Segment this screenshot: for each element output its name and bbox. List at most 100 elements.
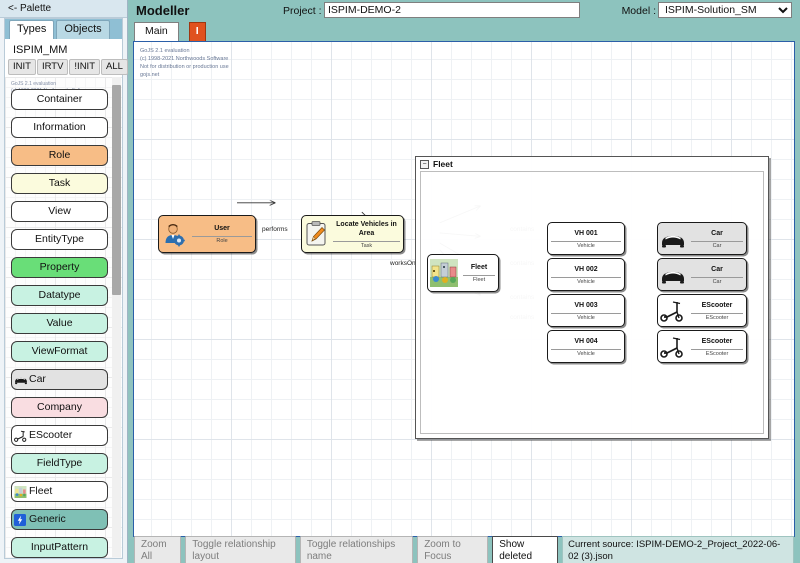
zoom-all-button[interactable]: Zoom All: [134, 536, 182, 563]
diagram-watermark: GoJS 2.1 evaluation (c) 1998-2021 Northw…: [140, 47, 229, 79]
palette-item-role[interactable]: Role: [11, 145, 108, 166]
car-icon: [658, 259, 688, 290]
node-vh-002-body: VH 002 Vehicle: [548, 259, 624, 290]
palette-item-fleet[interactable]: Fleet: [11, 481, 108, 502]
palette-item-label: Value: [46, 317, 73, 329]
diagram-viewport[interactable]: GoJS 2.1 evaluation (c) 1998-2021 Northw…: [133, 41, 795, 537]
palette-item-label: FieldType: [36, 457, 83, 469]
palette-filter-init[interactable]: INIT: [8, 59, 36, 75]
palette-item-task[interactable]: Task: [11, 173, 108, 194]
palette-item-label: EntityType: [34, 233, 85, 245]
palette-item-entitytype[interactable]: EntityType: [11, 229, 108, 250]
toggle-relationships-name-button[interactable]: Toggle relationships name: [299, 536, 414, 563]
node-vh-003-name: VH 003: [574, 301, 598, 309]
clipboard-pencil-icon: [302, 216, 330, 252]
palette-item-container[interactable]: Container: [11, 89, 108, 110]
palette-item-fieldtype[interactable]: FieldType: [11, 453, 108, 474]
zoom-to-focus-button[interactable]: Zoom to Focus: [417, 536, 489, 563]
node-user-name: User: [214, 225, 230, 232]
palette-item-label: InputPattern: [30, 541, 89, 553]
diagram-watermark-line: gojs.net: [140, 72, 160, 78]
palette-item-label: Role: [48, 149, 71, 161]
node-car-2-type: Car: [691, 276, 743, 285]
palette-item-label: Property: [39, 261, 80, 273]
node-vh-004-body: VH 004 Vehicle: [548, 331, 624, 362]
palette-tab-types[interactable]: Types: [9, 20, 55, 39]
node-escooter-2[interactable]: EScooter EScooter: [657, 330, 747, 363]
node-fleet-body: Fleet Fleet: [460, 255, 498, 291]
palette-filter-all[interactable]: ALL: [101, 59, 128, 75]
diagram-watermark-line: GoJS 2.1 evaluation: [140, 48, 190, 54]
palette-item-generic[interactable]: Generic: [11, 509, 108, 530]
palette-scrollbar[interactable]: [112, 77, 121, 557]
palette-item-value[interactable]: Value: [11, 313, 108, 334]
group-fleet-header: − Fleet: [420, 159, 453, 169]
group-collapse-icon[interactable]: −: [420, 159, 429, 169]
model-select[interactable]: ISPIM-Solution_SM: [658, 2, 792, 18]
palette-item-information[interactable]: Information: [11, 117, 108, 138]
palette-item-viewformat[interactable]: ViewFormat: [11, 341, 108, 362]
node-car-1[interactable]: Car Car: [657, 222, 747, 255]
node-car-2-name: Car: [711, 265, 723, 273]
palette-item-car[interactable]: Car: [11, 369, 108, 390]
node-escooter-1-body: EScooter EScooter: [688, 295, 746, 326]
fleet-photo-icon: [428, 255, 460, 291]
palette-back-link[interactable]: <- Palette: [0, 0, 127, 18]
tab-issues-indicator[interactable]: I: [188, 22, 206, 41]
palette-item-datatype[interactable]: Datatype: [11, 285, 108, 306]
modeller-window: <- Palette Types Objects ISPIM_MM INIT I…: [0, 0, 800, 563]
link-label-performs: performs: [262, 226, 288, 233]
node-vh-004-name: VH 004: [574, 337, 598, 345]
palette-item-view[interactable]: View: [11, 201, 108, 222]
node-vh-003[interactable]: VH 003 Vehicle: [547, 294, 625, 327]
palette-item-company[interactable]: Company: [11, 397, 108, 418]
show-deleted-button[interactable]: Show deleted: [492, 536, 559, 563]
node-vh-003-body: VH 003 Vehicle: [548, 295, 624, 326]
node-locate-vehicles-in-area[interactable]: Locate Vehicles in Area Task: [301, 215, 404, 253]
node-user[interactable]: User Role: [158, 215, 256, 253]
escooter-icon: [658, 295, 688, 326]
car-icon: [658, 223, 688, 254]
palette-item-label: ViewFormat: [31, 345, 88, 357]
project-input[interactable]: [324, 2, 580, 18]
toggle-relationship-layout-button[interactable]: Toggle relationship layout: [185, 536, 296, 563]
palette-item-escooter[interactable]: EScooter: [11, 425, 108, 446]
palette-item-label: Company: [37, 401, 82, 413]
palette-tab-objects[interactable]: Objects: [56, 20, 110, 39]
palette-item-label: Fleet: [29, 485, 53, 497]
diagram-canvas[interactable]: GoJS 2.1 evaluation (c) 1998-2021 Northw…: [134, 42, 794, 536]
document-tab-bar: Main I: [128, 22, 800, 41]
palette-item-list: Container Information Role Task View EntityTy…: [11, 89, 108, 558]
node-user-type: Role: [192, 236, 252, 244]
project-label: Project :: [283, 5, 322, 17]
group-fleet-title: Fleet: [433, 159, 453, 169]
palette-filter-irtv[interactable]: IRTV: [36, 59, 69, 75]
page-title: Modeller: [136, 3, 190, 18]
node-vh-001-name: VH 001: [574, 229, 598, 237]
node-vh-001[interactable]: VH 001 Vehicle: [547, 222, 625, 255]
palette-panel: <- Palette Types Objects ISPIM_MM INIT I…: [0, 0, 128, 563]
node-user-body: User Role: [189, 216, 255, 252]
node-fleet[interactable]: Fleet Fleet: [427, 254, 499, 292]
palette-item-property[interactable]: Property: [11, 257, 108, 278]
node-car-2[interactable]: Car Car: [657, 258, 747, 291]
node-escooter-1[interactable]: EScooter EScooter: [657, 294, 747, 327]
node-escooter-2-name: EScooter: [701, 337, 733, 345]
palette-canvas[interactable]: GoJS 2.1 evaluation (c) 1998-2021 Northw…: [5, 77, 122, 558]
palette-item-label: Container: [36, 93, 83, 105]
model-label: Model :: [621, 5, 656, 17]
node-vh-002[interactable]: VH 002 Vehicle: [547, 258, 625, 291]
main-panel: Modeller Project : Model : ISPIM-Solutio…: [128, 0, 800, 563]
app-header: Modeller Project : Model : ISPIM-Solutio…: [128, 0, 800, 22]
palette-scrollbar-thumb[interactable]: [112, 85, 121, 295]
node-escooter-1-type: EScooter: [691, 312, 743, 321]
palette-item-inputpattern[interactable]: InputPattern: [11, 537, 108, 558]
tab-main[interactable]: Main: [134, 22, 179, 41]
node-car-2-body: Car Car: [688, 259, 746, 290]
escooter-icon: [658, 331, 688, 362]
node-vh-004[interactable]: VH 004 Vehicle: [547, 330, 625, 363]
palette-filter-not-init[interactable]: !INIT: [69, 59, 101, 75]
node-task-type: Task: [333, 240, 400, 249]
node-vh-001-body: VH 001 Vehicle: [548, 223, 624, 254]
palette-tabs: Types Objects: [5, 19, 122, 39]
